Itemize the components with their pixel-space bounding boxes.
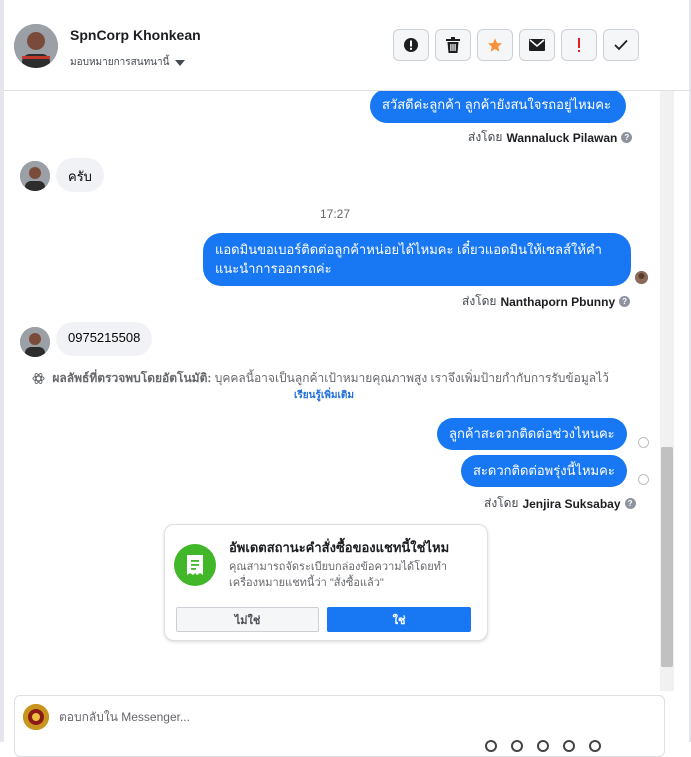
info-icon[interactable]: ?: [619, 296, 631, 307]
timestamp: 17:27: [320, 207, 351, 221]
contact-name[interactable]: SpnCorp Khonkean: [70, 27, 201, 43]
header-actions: [393, 29, 639, 61]
card-title: อัพเดตสถานะคำสั่งซื้อของแชทนี้ใช่ไหม: [229, 540, 450, 555]
sender-name: Wannaluck Pilawan: [506, 130, 618, 145]
contact-avatar-small: [20, 161, 50, 191]
reply-input[interactable]: [57, 709, 581, 725]
incoming-message: 0975215508: [56, 322, 153, 356]
reply-composer: [14, 695, 665, 757]
mark-done-button[interactable]: [603, 29, 639, 61]
sent-check-icon: [638, 437, 649, 448]
receipt-icon: [174, 544, 216, 586]
caret-down-icon: [175, 59, 186, 66]
sent-check-icon: [638, 474, 649, 485]
sender-name: Nanthaporn Pbunny: [500, 294, 616, 309]
sender-name: Jenjira Suksabay: [522, 496, 621, 511]
outgoing-message: แอดมินขอเบอร์ติดต่อลูกค้าหน่อยได้ไหมคะ เ…: [203, 233, 631, 286]
mark-unread-button[interactable]: [519, 29, 555, 61]
assign-label: มอบหมายการสนทนานี้: [70, 57, 170, 68]
conversation-header: SpnCorp Khonkean มอบหมายการสนทนานี้: [4, 0, 689, 91]
info-icon[interactable]: ?: [621, 132, 633, 143]
delete-button[interactable]: [435, 29, 471, 61]
atom-icon: [32, 372, 45, 385]
incoming-message: ครับ: [56, 158, 104, 192]
outgoing-message: ลูกค้าสะดวกติดต่อช่วงไหนคะ: [437, 418, 627, 450]
sent-by-line: ส่งโดย Jenjira Suksabay ?: [484, 494, 636, 513]
seen-avatar: [635, 271, 648, 284]
yes-button[interactable]: ใช่: [327, 607, 471, 632]
scrollbar-thumb[interactable]: [661, 447, 673, 667]
card-body: คุณสามารถจัดระเบียบกล่องข้อความได้โดยทำเ…: [229, 561, 448, 589]
page-avatar: [23, 704, 49, 730]
exclamation-circle-icon: [404, 38, 418, 52]
notice-text: บุคคลนี้อาจเป็นลูกค้าเป้าหมายคุณภาพสูง เ…: [214, 371, 609, 385]
order-status-card: อัพเดตสถานะคำสั่งซื้อของแชทนี้ใช่ไหม คุณ…: [164, 524, 488, 641]
check-icon: [614, 39, 628, 51]
learn-more-link[interactable]: เรียนรู้เพิ่มเติม: [294, 388, 354, 403]
contact-avatar-small: [20, 327, 50, 357]
follow-up-button[interactable]: [561, 29, 597, 61]
star-icon: [488, 38, 502, 52]
contact-avatar[interactable]: [14, 24, 58, 68]
star-button[interactable]: [477, 29, 513, 61]
message-thread[interactable]: สวัสดีค่ะลูกค้า ลูกค้ายังสนใจรถอยู่ไหมคะ…: [4, 91, 656, 691]
exclamation-icon: [578, 38, 580, 52]
sent-by-line: ส่งโดย Wannaluck Pilawan ?: [468, 128, 633, 147]
auto-detected-notice: ผลลัพธ์ที่ตรวจพบโดยอัตโนมัติ: บุคคลนี้อา…: [32, 369, 642, 388]
mark-spam-button[interactable]: [393, 29, 429, 61]
scrollbar[interactable]: [660, 91, 674, 691]
trash-icon: [446, 37, 460, 53]
assign-conversation-dropdown[interactable]: มอบหมายการสนทนานี้: [70, 55, 186, 70]
outgoing-message: สะดวกติดต่อพรุ่งนี้ไหมคะ: [461, 455, 627, 487]
info-icon[interactable]: ?: [624, 498, 636, 509]
envelope-icon: [529, 39, 545, 51]
no-button[interactable]: ไม่ใช่: [176, 607, 319, 632]
sent-by-line: ส่งโดย Nanthaporn Pbunny ?: [462, 292, 631, 311]
notice-label: ผลลัพธ์ที่ตรวจพบโดยอัตโนมัติ:: [52, 371, 212, 385]
outgoing-message: สวัสดีค่ะลูกค้า ลูกค้ายังสนใจรถอยู่ไหมคะ: [370, 91, 626, 123]
